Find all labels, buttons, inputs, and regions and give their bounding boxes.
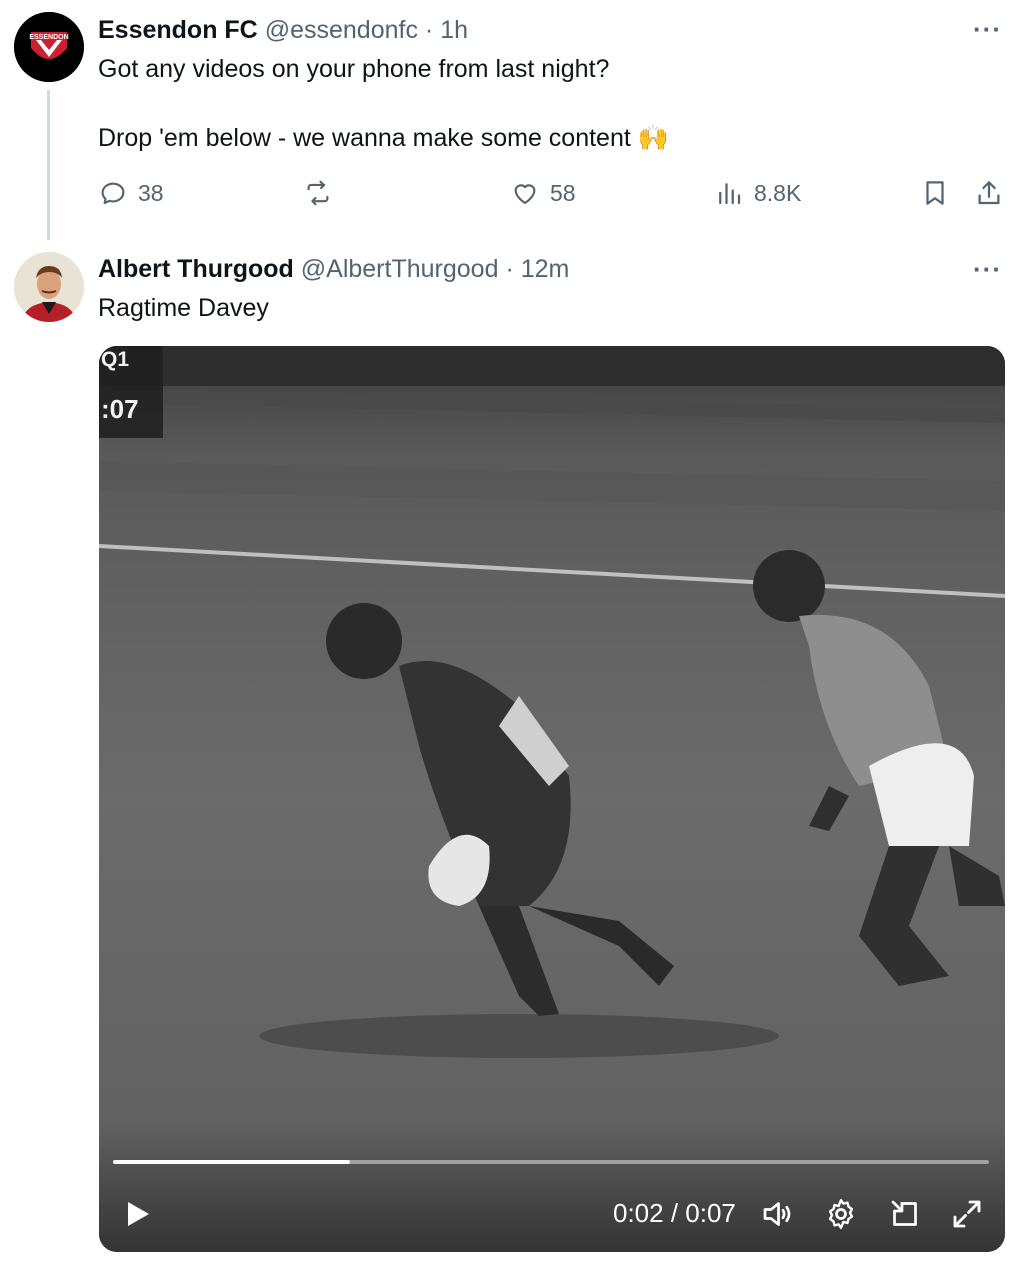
views-button[interactable]: 8.8K <box>714 178 801 208</box>
like-count: 58 <box>550 179 576 206</box>
logo-wordmark: ESSENDON <box>29 34 68 41</box>
play-icon <box>128 1202 149 1226</box>
author-handle[interactable]: @essendonfc <box>265 16 418 44</box>
quarter-label: Q1 <box>101 348 130 371</box>
author-name[interactable]: Albert Thurgood <box>98 255 294 283</box>
essendon-logo-icon: ESSENDON <box>14 12 84 82</box>
gear-icon <box>828 1199 854 1229</box>
tweet-text: Ragtime Davey <box>98 294 269 322</box>
tweet-time[interactable]: 1h <box>440 16 468 44</box>
progress-bar[interactable] <box>113 1160 989 1164</box>
author-name[interactable]: Essendon FC <box>98 16 258 44</box>
reply-count: 38 <box>138 179 164 206</box>
tweet-text-line1: Got any videos on your phone from last n… <box>98 55 610 83</box>
fullscreen-button[interactable] <box>949 1196 985 1237</box>
video-player[interactable]: Q1 :07 0:02 / 0:07 <box>99 346 1005 1252</box>
score-overlay: Q1 :07 <box>99 346 163 438</box>
progress-fill <box>113 1160 350 1164</box>
clock-label: :07 <box>101 394 139 424</box>
tweet-text-line2-content: Drop 'em below - we wanna make some cont… <box>98 124 631 152</box>
tweet-actions: 38 58 8.8K <box>0 172 1024 216</box>
bookmark-icon <box>926 181 944 205</box>
tweet-header: Essendon FC @essendonfc · 1h <box>98 15 468 45</box>
expand-icon <box>953 1200 981 1228</box>
video-frame <box>99 346 1005 1252</box>
time-display: 0:02 / 0:07 <box>613 1198 736 1228</box>
controls-bar <box>99 1122 1005 1252</box>
views-chart-icon <box>719 183 741 205</box>
more-options-button[interactable]: ··· <box>973 14 1002 45</box>
separator-dot: · <box>424 16 434 44</box>
author-handle[interactable]: @AlbertThurgood <box>301 255 499 283</box>
reply-button[interactable]: 38 <box>98 178 164 208</box>
avatar-thurgood[interactable] <box>14 252 84 322</box>
share-button[interactable] <box>974 178 1004 208</box>
views-count: 8.8K <box>754 179 802 206</box>
repost-button[interactable] <box>303 178 333 208</box>
thread-line <box>47 90 50 240</box>
volume-button[interactable] <box>759 1196 795 1237</box>
heart-icon <box>514 184 536 205</box>
volume-icon <box>763 1202 791 1226</box>
bookmark-button[interactable] <box>920 178 950 208</box>
dock-icon <box>891 1200 917 1226</box>
share-icon <box>978 181 1000 205</box>
tweet-header: Albert Thurgood @AlbertThurgood · 12m <box>98 254 569 284</box>
avatar-essendon[interactable]: ESSENDON <box>14 12 84 82</box>
reply-icon <box>101 182 125 205</box>
tweet-time[interactable]: 12m <box>521 255 570 283</box>
repost-icon <box>307 180 329 206</box>
portrait-avatar-icon <box>14 252 84 322</box>
separator-dot: · <box>505 255 514 283</box>
raising-hands-emoji: 🙌 <box>637 124 669 152</box>
like-button[interactable]: 58 <box>510 178 576 208</box>
play-button[interactable] <box>119 1196 155 1237</box>
more-options-button[interactable]: ··· <box>973 254 1002 285</box>
tweet-essendon: ESSENDON Essendon FC @essendonfc · 1h ··… <box>0 0 1024 240</box>
tweet-text-line2: Drop 'em below - we wanna make some cont… <box>98 123 669 153</box>
settings-button[interactable] <box>823 1196 859 1237</box>
dock-button[interactable] <box>887 1196 923 1237</box>
